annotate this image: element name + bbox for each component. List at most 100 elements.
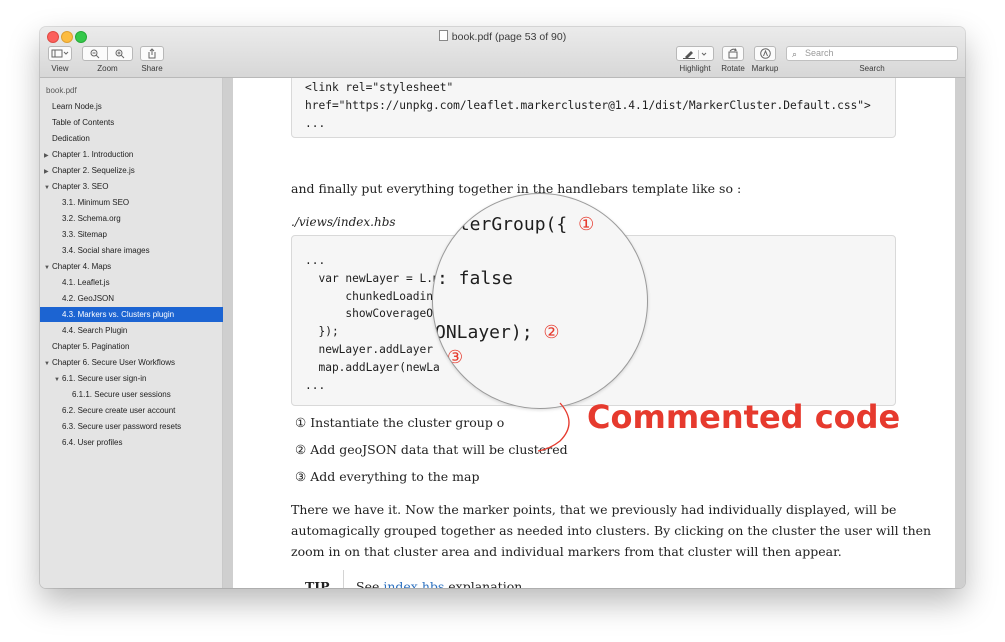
search-input[interactable]: ⌕ Search — [786, 46, 958, 61]
sidebar-item-label: 3.4. Social share images — [62, 246, 150, 255]
sidebar-item-chapter-6[interactable]: ▼ Chapter 6. Secure User Workflows — [40, 355, 226, 370]
file-caption: ./views/index.hbs — [291, 215, 396, 229]
zoom-label: Zoom — [97, 64, 118, 73]
sidebar-item-label: 6.1.1. Secure user sessions — [72, 390, 171, 399]
sidebar-item-chapter-1[interactable]: ▶ Chapter 1. Introduction — [40, 147, 226, 162]
highlight-button[interactable] — [676, 46, 714, 61]
magnified-text: sterGroup({ — [448, 214, 568, 235]
code-line: showCoverageOr — [305, 307, 440, 320]
sidebar-item-label: 6.3. Secure user password resets — [62, 422, 182, 431]
highlighter-icon — [683, 49, 707, 59]
tip-divider — [343, 570, 344, 588]
sidebar-outline: book.pdf Learn Node.js Table of Contents… — [40, 78, 244, 588]
view-label: View — [51, 64, 69, 73]
sidebar-item-label: Learn Node.js — [52, 102, 102, 111]
share-label: Share — [141, 64, 163, 73]
magnified-code-line: sterGroup({ ① — [448, 214, 594, 235]
magnified-code-line: , — [435, 242, 446, 263]
sidebar-item-label: 3.1. Minimum SEO — [62, 198, 130, 207]
magnified-callout: ③ — [447, 347, 464, 368]
share-button[interactable] — [140, 46, 164, 61]
code-line: var newLayer = L.ma — [305, 272, 447, 285]
annotation-label: Commented code — [587, 398, 901, 436]
disclosure-down-icon[interactable]: ▼ — [44, 357, 52, 372]
disclosure-right-icon[interactable]: ▶ — [44, 149, 52, 164]
sidebar-item-3-1[interactable]: 3.1. Minimum SEO — [40, 195, 244, 210]
sidebar-item-3-3[interactable]: 3.3. Sitemap — [40, 227, 244, 242]
markup-button[interactable] — [754, 46, 776, 61]
sidebar-item-6-4[interactable]: 6.4. User profiles — [40, 435, 244, 450]
sidebar-item-label: 4.3. Markers vs. Clusters plugin — [62, 310, 175, 319]
sidebar-item-label: Chapter 6. Secure User Workflows — [52, 358, 176, 367]
code-line: }); — [305, 325, 339, 338]
callout-text: Add everything to the map — [310, 469, 480, 484]
rotate-label: Rotate — [721, 64, 745, 73]
code-line: ... — [305, 117, 326, 130]
sidebar-item-learn-nodejs[interactable]: Learn Node.js — [40, 99, 234, 114]
annotation-curve — [537, 402, 570, 452]
search-placeholder: Search — [805, 48, 834, 58]
sidebar-item-label: 6.1. Secure user sign-in — [62, 374, 147, 383]
tip-link[interactable]: index.hbs — [383, 579, 444, 588]
magnified-text: ONLayer); — [435, 322, 533, 343]
sidebar-item-book-pdf[interactable]: book.pdf — [40, 83, 228, 98]
view-menu-button[interactable] — [48, 46, 72, 61]
sidebar-item-label: Chapter 1. Introduction — [52, 150, 134, 159]
sidebar-item-label: Table of Contents — [52, 118, 115, 127]
rotate-icon — [728, 48, 738, 59]
disclosure-down-icon[interactable]: ▼ — [44, 261, 52, 276]
paragraph-line: There we have it. Now the marker points,… — [291, 502, 897, 517]
sidebar-item-4-4[interactable]: 4.4. Search Plugin — [40, 323, 244, 338]
sidebar-item-3-4[interactable]: 3.4. Social share images — [40, 243, 244, 258]
magnified-code-line: : false — [437, 268, 513, 289]
sidebar-item-chapter-3[interactable]: ▼ Chapter 3. SEO — [40, 179, 226, 194]
callout-number: ② — [295, 442, 307, 457]
sidebar-item-4-2[interactable]: 4.2. GeoJSON — [40, 291, 244, 306]
sidebar-item-6-3[interactable]: 6.3. Secure user password resets — [40, 419, 244, 434]
code-line: href="https://unpkg.com/leaflet.markercl… — [305, 99, 871, 112]
callout-item-3: ③ Add everything to the map — [295, 469, 479, 484]
sidebar-item-label: Chapter 4. Maps — [52, 262, 112, 271]
sidebar-item-label: 3.2. Schema.org — [62, 214, 121, 223]
sidebar-item-chapter-5[interactable]: Chapter 5. Pagination — [40, 339, 234, 354]
sidebar-item-6-1-1[interactable]: 6.1.1. Secure user sessions — [40, 387, 254, 402]
zoom-out-icon — [90, 49, 100, 58]
window-title: book.pdf (page 53 of 90) — [451, 31, 567, 43]
zoom-out-button[interactable] — [82, 46, 108, 61]
sidebar-item-label: Chapter 5. Pagination — [52, 342, 130, 351]
sidebar-item-3-2[interactable]: 3.2. Schema.org — [40, 211, 244, 226]
magnified-code-line: ONLayer); ② — [435, 322, 560, 343]
rotate-button[interactable] — [722, 46, 744, 61]
disclosure-right-icon[interactable]: ▶ — [44, 165, 52, 180]
sidebar-item-table-of-contents[interactable]: Table of Contents — [40, 115, 234, 130]
share-icon — [148, 48, 156, 59]
sidebar-item-label: 3.3. Sitemap — [62, 230, 107, 239]
disclosure-down-icon[interactable]: ▼ — [54, 373, 62, 388]
sidebar-item-dedication[interactable]: Dedication — [40, 131, 234, 146]
code-line: <link rel="stylesheet" — [305, 81, 454, 94]
callout-number: ① — [295, 415, 307, 430]
sidebar-item-chapter-2[interactable]: ▶ Chapter 2. Sequelize.js — [40, 163, 226, 178]
window-title-bar: book.pdf (page 53 of 90) — [40, 30, 965, 43]
magnified-callout: ① — [578, 214, 595, 235]
sidebar-item-label: 4.4. Search Plugin — [62, 326, 128, 335]
disclosure-down-icon[interactable]: ▼ — [44, 181, 52, 196]
code-line: map.addLayer(newLa — [305, 361, 440, 374]
sidebar-item-label: Chapter 2. Sequelize.js — [52, 166, 135, 175]
sidebar-item-4-3-selected[interactable]: 4.3. Markers vs. Clusters plugin — [40, 307, 244, 322]
search-icon: ⌕ — [792, 49, 798, 59]
tip-prefix: See — [356, 579, 380, 588]
titlebar: book.pdf (page 53 of 90) View Zoom Share… — [40, 27, 965, 78]
sidebar-item-6-2[interactable]: 6.2. Secure create user account — [40, 403, 244, 418]
code-line: newLayer.addLayer — [305, 343, 433, 356]
paragraph-line: automagically grouped together as needed… — [291, 523, 932, 538]
code-line: chunkedLoading — [305, 290, 440, 303]
sidebar-item-chapter-4[interactable]: ▼ Chapter 4. Maps — [40, 259, 226, 274]
sidebar-item-6-1[interactable]: ▼ 6.1. Secure user sign-in — [40, 371, 236, 386]
sidebar-item-4-1[interactable]: 4.1. Leaflet.js — [40, 275, 244, 290]
search-label: Search — [859, 64, 885, 73]
zoom-in-icon — [115, 49, 125, 58]
zoom-in-button[interactable] — [107, 46, 133, 61]
magnified-callout: ② — [543, 322, 560, 343]
tip-suffix: explanation — [448, 579, 523, 588]
